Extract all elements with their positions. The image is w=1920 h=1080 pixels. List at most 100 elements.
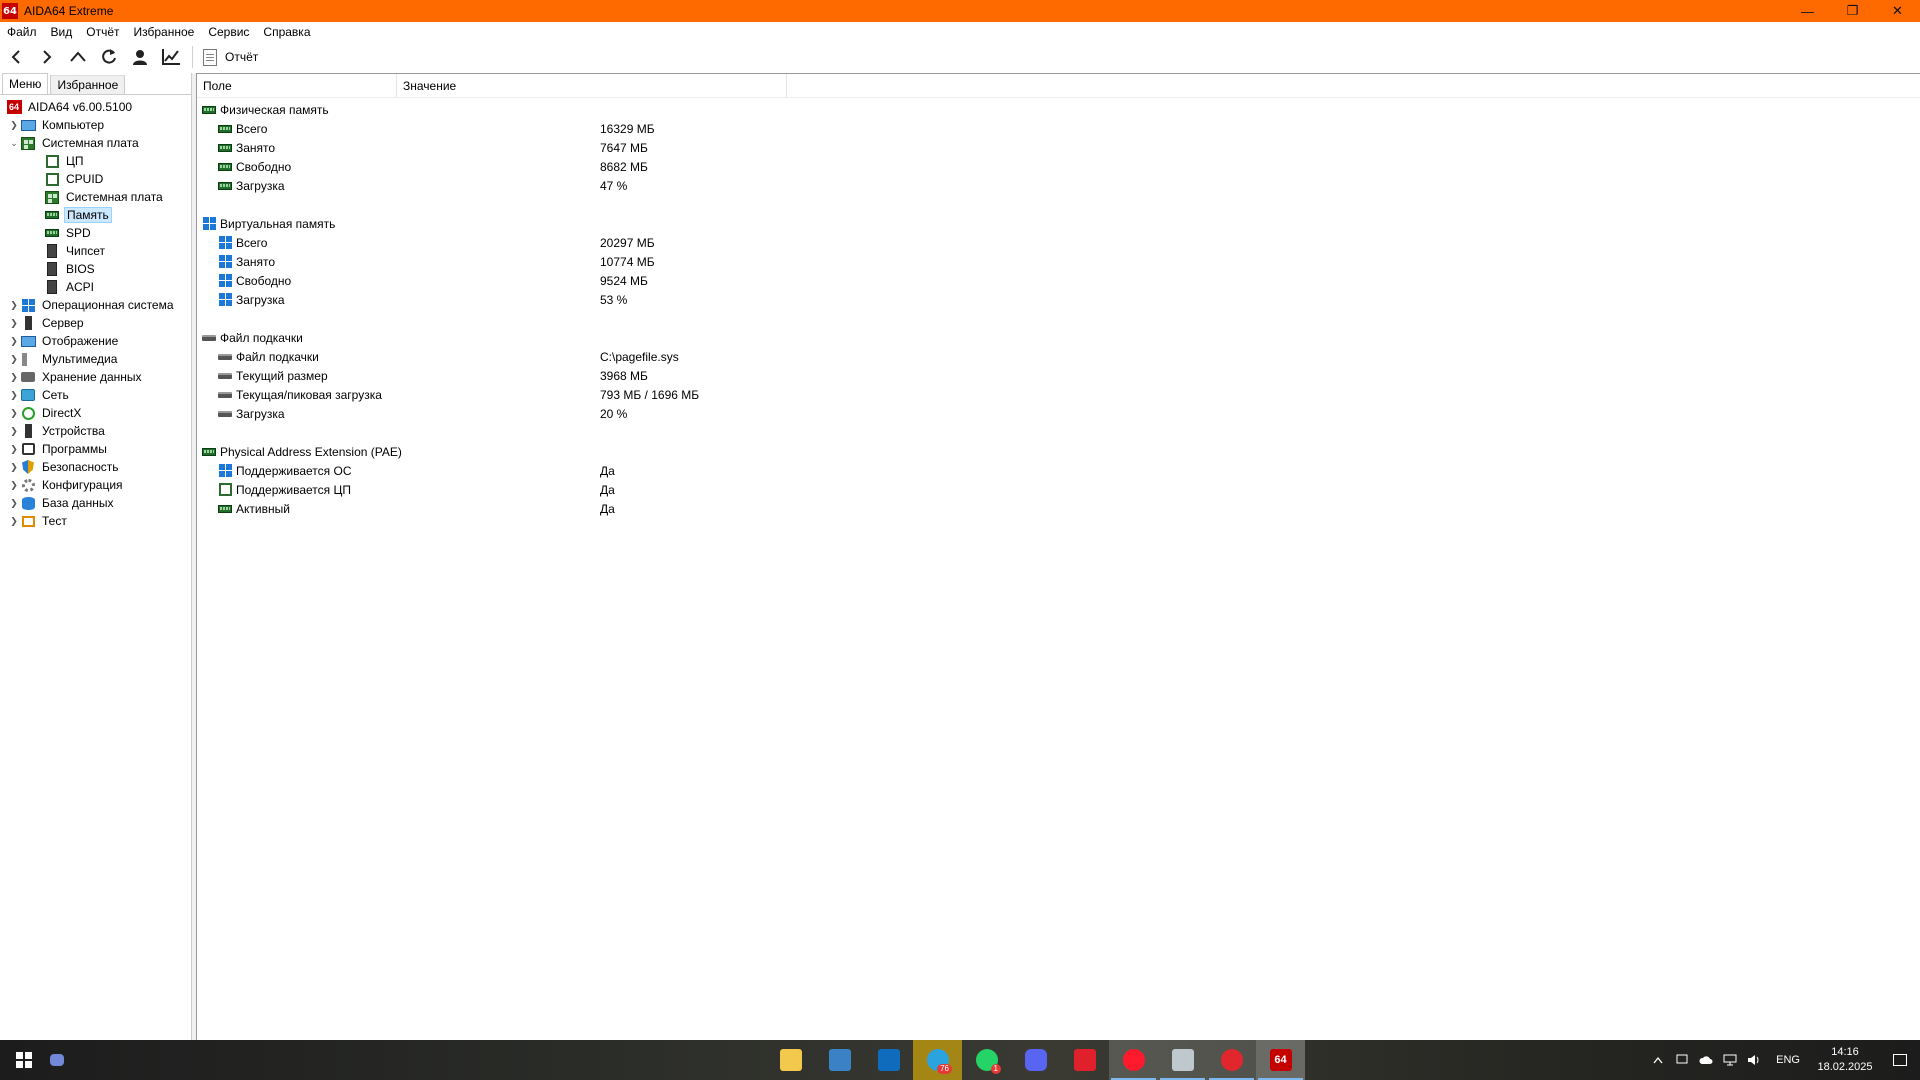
table-row[interactable]: Загрузка 20 %	[197, 404, 1920, 423]
tray-volume-button[interactable]	[1742, 1040, 1766, 1080]
tree-item-security[interactable]: ❯ Безопасность	[0, 458, 191, 476]
tree-item-aida64[interactable]: 64 AIDA64 v6.00.5100	[0, 98, 191, 116]
chart-button[interactable]	[155, 43, 186, 71]
menu-favorites[interactable]: Избранное	[127, 22, 202, 42]
chevron-right-icon[interactable]: ❯	[8, 404, 20, 422]
group-physical-memory[interactable]: Физическая память	[197, 100, 1920, 119]
taskbar-telegram[interactable]: 76	[913, 1040, 962, 1080]
tray-device-button[interactable]	[1670, 1040, 1694, 1080]
minimize-button[interactable]: —	[1785, 0, 1830, 22]
tree-item-cpuid[interactable]: CPUID	[0, 170, 191, 188]
language-indicator[interactable]: ENG	[1766, 1054, 1810, 1066]
chevron-right-icon[interactable]: ❯	[8, 440, 20, 458]
column-header-value[interactable]: Значение	[397, 74, 787, 97]
tree-item-storage[interactable]: ❯ Хранение данных	[0, 368, 191, 386]
tree-item-motherboard[interactable]: ⌄ Системная плата	[0, 134, 191, 152]
chevron-right-icon[interactable]: ❯	[8, 368, 20, 386]
taskbar-opera[interactable]	[1109, 1040, 1158, 1080]
table-row[interactable]: Поддерживается ЦП Да	[197, 480, 1920, 499]
table-row[interactable]: Свободно 9524 МБ	[197, 271, 1920, 290]
tab-favorites[interactable]: Избранное	[50, 75, 126, 94]
tree-item-server[interactable]: ❯ Сервер	[0, 314, 191, 332]
close-button[interactable]: ✕	[1875, 0, 1920, 22]
chevron-right-icon[interactable]: ❯	[8, 116, 20, 134]
taskbar-outlook[interactable]	[864, 1040, 913, 1080]
taskbar-aida64[interactable]: 64	[1256, 1040, 1305, 1080]
tree-item-network[interactable]: ❯ Сеть	[0, 386, 191, 404]
menu-report[interactable]: Отчёт	[79, 22, 126, 42]
table-row[interactable]: Загрузка 47 %	[197, 176, 1920, 195]
chevron-right-icon[interactable]: ❯	[8, 422, 20, 440]
table-row[interactable]: Всего 20297 МБ	[197, 233, 1920, 252]
chevron-right-icon[interactable]: ❯	[8, 350, 20, 368]
table-row[interactable]: Текущий размер 3968 МБ	[197, 366, 1920, 385]
clock[interactable]: 14:16 18.02.2025	[1810, 1045, 1880, 1075]
chevron-right-icon[interactable]: ❯	[8, 476, 20, 494]
tab-menu[interactable]: Меню	[2, 73, 49, 94]
tree-item-system-board[interactable]: Системная плата	[0, 188, 191, 206]
chevron-right-icon[interactable]: ❯	[8, 458, 20, 476]
report-button[interactable]: Отчёт	[203, 48, 258, 66]
user-button[interactable]	[124, 43, 155, 71]
chevron-right-icon[interactable]: ❯	[8, 332, 20, 350]
table-row[interactable]: Занято 7647 МБ	[197, 138, 1920, 157]
tray-overflow-button[interactable]	[1646, 1040, 1670, 1080]
taskbar-file-explorer[interactable]	[766, 1040, 815, 1080]
tree-item-bios[interactable]: BIOS	[0, 260, 191, 278]
taskbar-whatsapp[interactable]: 1	[962, 1040, 1011, 1080]
table-row[interactable]: Файл подкачки C:\pagefile.sys	[197, 347, 1920, 366]
tree-item-database[interactable]: ❯ База данных	[0, 494, 191, 512]
back-button[interactable]	[0, 43, 31, 71]
chevron-right-icon[interactable]: ❯	[8, 512, 20, 530]
forward-button[interactable]	[31, 43, 62, 71]
restore-button[interactable]: ❐	[1830, 0, 1875, 22]
chevron-right-icon[interactable]: ❯	[8, 296, 20, 314]
table-row[interactable]: Занято 10774 МБ	[197, 252, 1920, 271]
tray-network-button[interactable]	[1718, 1040, 1742, 1080]
tree-item-multimedia[interactable]: ❯ Мультимедиа	[0, 350, 191, 368]
taskbar-store[interactable]	[815, 1040, 864, 1080]
column-header-field[interactable]: Поле	[197, 74, 397, 97]
chevron-down-icon[interactable]: ⌄	[8, 134, 20, 152]
menu-service[interactable]: Сервис	[201, 22, 256, 42]
chevron-right-icon[interactable]: ❯	[8, 314, 20, 332]
tree-item-acpi[interactable]: ACPI	[0, 278, 191, 296]
tree-item-programs[interactable]: ❯ Программы	[0, 440, 191, 458]
taskbar-red-app[interactable]	[1207, 1040, 1256, 1080]
table-row[interactable]: Загрузка 53 %	[197, 290, 1920, 309]
notification-center-button[interactable]	[1880, 1040, 1920, 1080]
tray-onedrive-button[interactable]	[1694, 1040, 1718, 1080]
table-row[interactable]: Поддерживается ОС Да	[197, 461, 1920, 480]
refresh-button[interactable]	[93, 43, 124, 71]
tree-item-test[interactable]: ❯ Тест	[0, 512, 191, 530]
tree-item-devices[interactable]: ❯ Устройства	[0, 422, 191, 440]
table-row[interactable]: Свободно 8682 МБ	[197, 157, 1920, 176]
menu-view[interactable]: Вид	[44, 22, 80, 42]
tree-item-os[interactable]: ❯ Операционная система	[0, 296, 191, 314]
group-virtual-memory[interactable]: Виртуальная память	[197, 214, 1920, 233]
tree-item-chipset[interactable]: Чипсет	[0, 242, 191, 260]
taskbar-discord[interactable]	[1011, 1040, 1060, 1080]
chevron-right-icon[interactable]: ❯	[8, 386, 20, 404]
up-button[interactable]	[62, 43, 93, 71]
start-button[interactable]	[0, 1040, 48, 1080]
tree-item-memory[interactable]: Память	[0, 206, 191, 224]
tree-item-display[interactable]: ❯ Отображение	[0, 332, 191, 350]
tree-item-configuration[interactable]: ❯ Конфигурация	[0, 476, 191, 494]
tree-item-cpu[interactable]: ЦП	[0, 152, 191, 170]
group-pae[interactable]: Physical Address Extension (PAE)	[197, 442, 1920, 461]
tree-item-spd[interactable]: SPD	[0, 224, 191, 242]
taskbar-app-window[interactable]	[1158, 1040, 1207, 1080]
taskbar-lm[interactable]	[1060, 1040, 1109, 1080]
table-row[interactable]: Всего 16329 МБ	[197, 119, 1920, 138]
discord-tray-icon[interactable]	[50, 1054, 64, 1066]
menu-file[interactable]: Файл	[0, 22, 44, 42]
menu-help[interactable]: Справка	[256, 22, 317, 42]
aida64-app-icon[interactable]: 64	[2, 3, 18, 19]
table-row[interactable]: Активный Да	[197, 499, 1920, 518]
group-page-file[interactable]: Файл подкачки	[197, 328, 1920, 347]
chevron-right-icon[interactable]: ❯	[8, 494, 20, 512]
tree-item-directx[interactable]: ❯ DirectX	[0, 404, 191, 422]
tree-item-computer[interactable]: ❯ Компьютер	[0, 116, 191, 134]
table-row[interactable]: Текущая/пиковая загрузка 793 МБ / 1696 М…	[197, 385, 1920, 404]
